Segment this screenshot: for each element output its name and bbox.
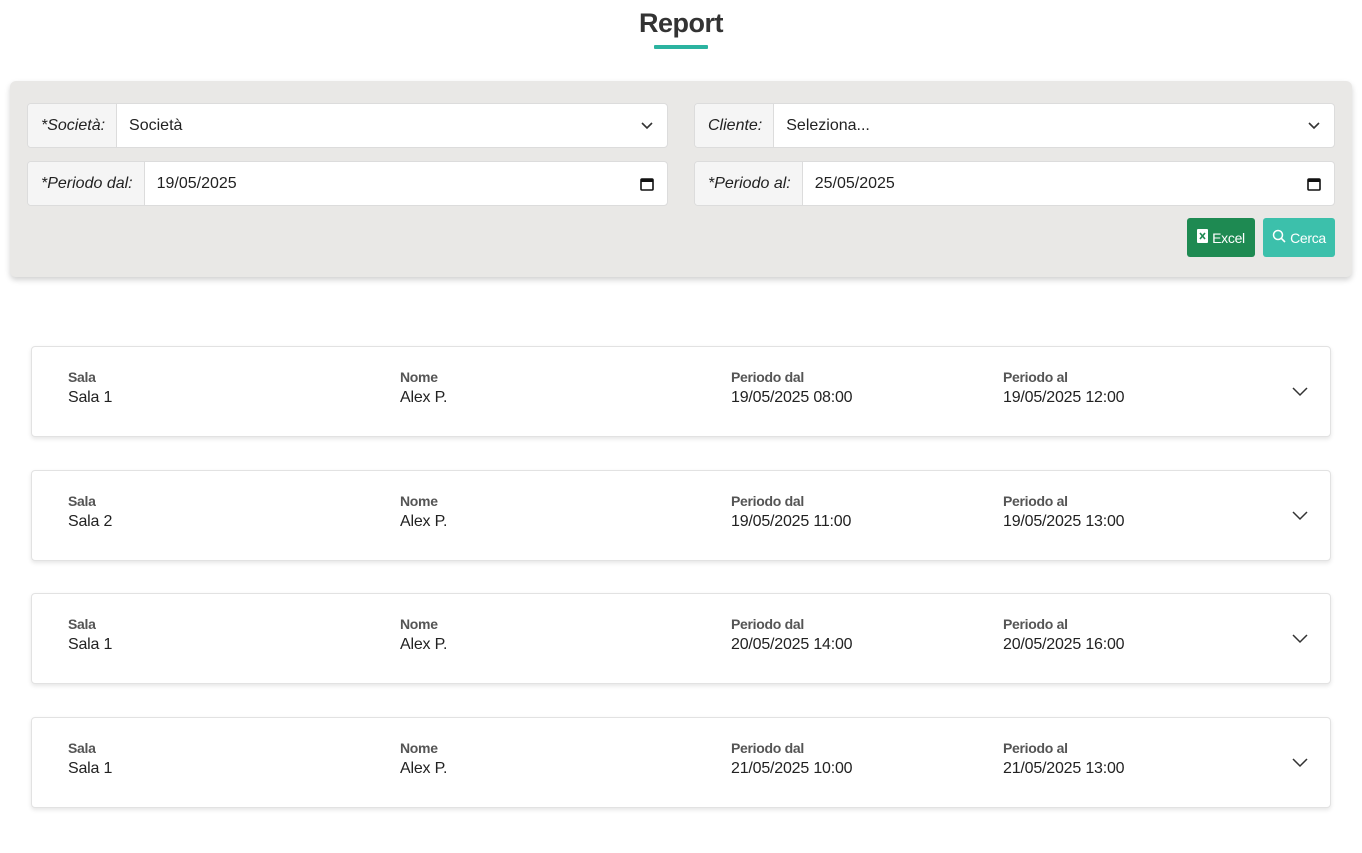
record-card[interactable]: Sala Sala 1 Nome Alex P. Periodo dal 20/05/… <box>31 593 1331 684</box>
periodo-al-cell: 19/05/2025 12:00 <box>1003 389 1125 406</box>
excel-button[interactable]: Excel <box>1187 218 1255 257</box>
periodo-al-column: Periodo al 19/05/2025 13:00 <box>1003 493 1125 531</box>
sala-header: Sala <box>68 493 96 509</box>
page-title: Report <box>639 8 724 38</box>
sala-value: Sala 2 <box>68 513 113 530</box>
periodo-al-value: 25/05/2025 <box>814 174 895 192</box>
record-card[interactable]: Sala Sala 2 Nome Alex P. Periodo dal 19/05/… <box>31 470 1331 561</box>
sala-column: Sala Sala 1 <box>68 369 112 407</box>
cerca-button-label: Cerca <box>1290 229 1326 246</box>
sala-column: Sala Sala 1 <box>68 616 112 654</box>
expand-chevron-icon[interactable] <box>1288 504 1312 528</box>
periodo-dal-column: Periodo dal 19/05/2025 11:00 <box>731 493 851 531</box>
nome-header: Nome <box>400 616 438 632</box>
periodo-al-column: Periodo al 19/05/2025 12:00 <box>1003 369 1125 407</box>
cerca-button[interactable]: Cerca <box>1263 218 1335 257</box>
excel-button-label: Excel <box>1212 229 1245 246</box>
sala-header: Sala <box>68 740 96 756</box>
sala-header: Sala <box>68 616 96 632</box>
periodo-al-header: Periodo al <box>1003 369 1068 385</box>
excel-file-icon <box>1197 229 1209 246</box>
chevron-down-icon <box>1294 104 1334 147</box>
periodo-dal-cell: 19/05/2025 11:00 <box>731 513 852 530</box>
chevron-down-icon <box>627 104 667 147</box>
sala-header: Sala <box>68 369 96 385</box>
nome-column: Nome Alex P. <box>400 740 447 778</box>
cliente-label: Cliente: <box>695 104 775 147</box>
nome-value: Alex P. <box>400 513 448 530</box>
periodo-al-cell: 20/05/2025 16:00 <box>1003 636 1125 653</box>
expand-chevron-icon[interactable] <box>1288 627 1312 651</box>
nome-header: Nome <box>400 740 438 756</box>
calendar-icon[interactable] <box>627 162 667 205</box>
periodo-dal-value: 19/05/2025 <box>156 174 237 192</box>
sala-column: Sala Sala 2 <box>68 493 112 531</box>
periodo-al-header: Periodo al <box>1003 740 1068 756</box>
periodo-dal-column: Periodo dal 21/05/2025 10:00 <box>731 740 853 778</box>
periodo-dal-date-input[interactable]: *Periodo dal: 19/05/2025 <box>27 161 668 206</box>
sala-value: Sala 1 <box>68 760 113 777</box>
search-icon <box>1272 229 1286 246</box>
periodo-dal-header: Periodo dal <box>731 369 804 385</box>
nome-value: Alex P. <box>400 636 448 653</box>
periodo-dal-column: Periodo dal 19/05/2025 08:00 <box>731 369 853 407</box>
periodo-dal-label: *Periodo dal: <box>28 162 145 205</box>
record-card[interactable]: Sala Sala 1 Nome Alex P. Periodo dal 21/05/… <box>31 717 1331 808</box>
societa-label: *Società: <box>28 104 118 147</box>
expand-chevron-icon[interactable] <box>1288 751 1312 775</box>
cliente-value: Seleziona... <box>786 116 870 134</box>
filter-panel: *Società: Società Cliente: Seleziona... … <box>10 81 1352 277</box>
nome-header: Nome <box>400 493 438 509</box>
periodo-al-cell: 19/05/2025 13:00 <box>1003 513 1125 530</box>
periodo-dal-column: Periodo dal 20/05/2025 14:00 <box>731 616 853 654</box>
periodo-dal-header: Periodo dal <box>731 616 804 632</box>
periodo-al-label: *Periodo al: <box>695 162 803 205</box>
sala-column: Sala Sala 1 <box>68 740 112 778</box>
periodo-al-cell: 21/05/2025 13:00 <box>1003 760 1125 777</box>
periodo-dal-header: Periodo dal <box>731 740 804 756</box>
periodo-al-column: Periodo al 21/05/2025 13:00 <box>1003 740 1125 778</box>
nome-value: Alex P. <box>400 389 448 406</box>
periodo-dal-cell: 21/05/2025 10:00 <box>731 760 853 777</box>
periodo-al-column: Periodo al 20/05/2025 16:00 <box>1003 616 1125 654</box>
nome-column: Nome Alex P. <box>400 369 447 407</box>
page-header: Report <box>0 8 1362 49</box>
sala-value: Sala 1 <box>68 636 113 653</box>
periodo-al-header: Periodo al <box>1003 493 1068 509</box>
societa-select[interactable]: *Società: Società <box>27 103 668 148</box>
nome-column: Nome Alex P. <box>400 616 447 654</box>
record-card[interactable]: Sala Sala 1 Nome Alex P. Periodo dal 19/05/… <box>31 346 1331 437</box>
nome-value: Alex P. <box>400 760 448 777</box>
periodo-dal-header: Periodo dal <box>731 493 804 509</box>
periodo-dal-cell: 19/05/2025 08:00 <box>731 389 853 406</box>
periodo-dal-cell: 20/05/2025 14:00 <box>731 636 853 653</box>
cliente-select[interactable]: Cliente: Seleziona... <box>694 103 1335 148</box>
title-underline <box>654 45 708 49</box>
nome-column: Nome Alex P. <box>400 493 447 531</box>
societa-value: Società <box>129 116 183 134</box>
periodo-al-date-input[interactable]: *Periodo al: 25/05/2025 <box>694 161 1335 206</box>
calendar-icon[interactable] <box>1294 162 1334 205</box>
sala-value: Sala 1 <box>68 389 113 406</box>
nome-header: Nome <box>400 369 438 385</box>
periodo-al-header: Periodo al <box>1003 616 1068 632</box>
expand-chevron-icon[interactable] <box>1288 380 1312 404</box>
report-page: Report *Società: Società Cliente: Selezi… <box>0 0 1362 853</box>
